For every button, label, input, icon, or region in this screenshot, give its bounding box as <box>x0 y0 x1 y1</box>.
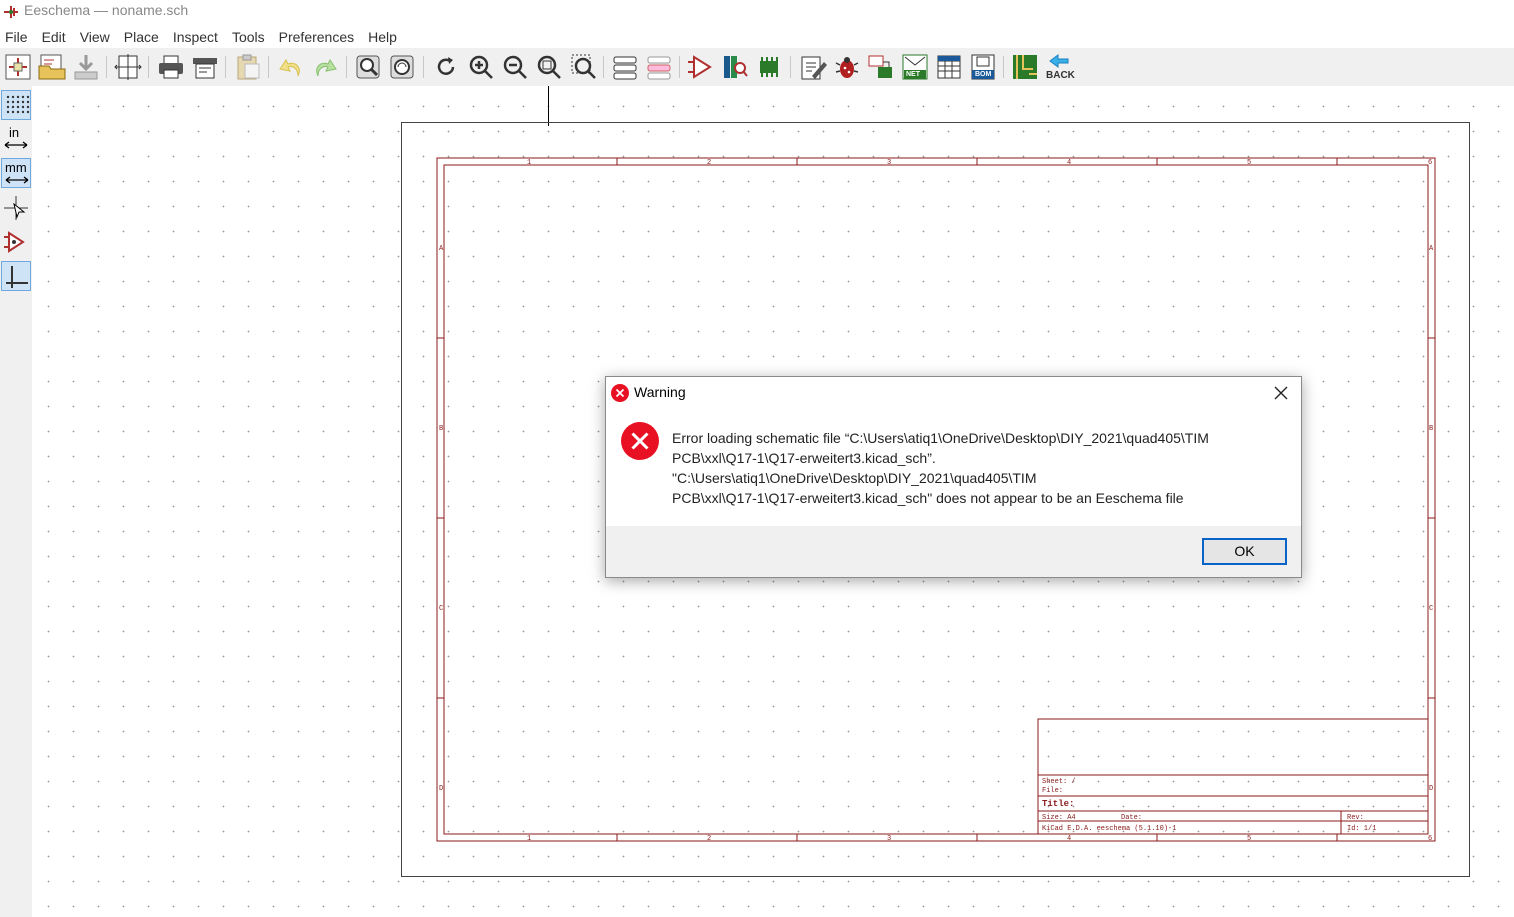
col-label-top-6: 6 <box>1428 159 1432 167</box>
row-label-right-a: A <box>1429 245 1434 253</box>
title-block-rev: Rev: <box>1347 814 1364 822</box>
col-label-bottom-3: 3 <box>887 835 891 843</box>
col-label-top-5: 5 <box>1247 159 1251 167</box>
row-label-left-d: D <box>439 785 443 793</box>
title-block-title: Title: <box>1042 799 1074 809</box>
row-label-left-b: B <box>439 425 443 433</box>
ok-button[interactable]: OK <box>1202 538 1287 565</box>
row-label-right-c: C <box>1429 605 1433 613</box>
dialog-message-line-2: PCB\xxl\Q17-1\Q17-erweitert3.kicad_sch”. <box>672 450 936 466</box>
dialog-message-line-3: "C:\Users\atiq1\OneDrive\Desktop\DIY_202… <box>672 470 1037 486</box>
warning-dialog: Warning Error loading schematic file “C:… <box>605 376 1302 578</box>
col-label-top-2: 2 <box>707 159 711 167</box>
col-label-top-1: 1 <box>527 159 531 167</box>
dialog-close-button[interactable] <box>1271 383 1291 403</box>
dialog-message-line-1: Error loading schematic file “C:\Users\a… <box>672 430 1209 446</box>
row-label-right-d: D <box>1429 785 1433 793</box>
title-block-size: Size: A4 <box>1042 814 1076 822</box>
col-label-bottom-4: 4 <box>1067 835 1071 843</box>
dialog-message: Error loading schematic file “C:\Users\a… <box>672 428 1292 508</box>
col-label-top-4: 4 <box>1067 159 1071 167</box>
col-label-bottom-6: 6 <box>1428 835 1432 843</box>
title-block-sheet: Sheet: / <box>1042 778 1076 786</box>
row-label-left-c: C <box>439 605 443 613</box>
col-label-bottom-2: 2 <box>707 835 711 843</box>
title-block-kicad: KiCad E.D.A. eeschema (5.1.10)-1 <box>1042 825 1176 833</box>
row-label-left-a: A <box>439 245 444 253</box>
error-small-icon <box>610 383 630 403</box>
title-block-date: Date: <box>1121 814 1142 822</box>
title-block <box>1037 718 1429 835</box>
error-icon <box>620 421 660 461</box>
col-label-bottom-1: 1 <box>527 835 531 843</box>
col-label-top-3: 3 <box>887 159 891 167</box>
dialog-title: Warning <box>634 384 686 400</box>
close-icon <box>1274 386 1288 400</box>
title-block-id: Id: 1/1 <box>1347 825 1376 833</box>
col-label-bottom-5: 5 <box>1247 835 1251 843</box>
title-block-file: File: <box>1042 787 1063 795</box>
dialog-message-line-4: PCB\xxl\Q17-1\Q17-erweitert3.kicad_sch" … <box>672 490 1184 506</box>
row-label-right-b: B <box>1429 425 1433 433</box>
dialog-footer <box>606 526 1301 577</box>
